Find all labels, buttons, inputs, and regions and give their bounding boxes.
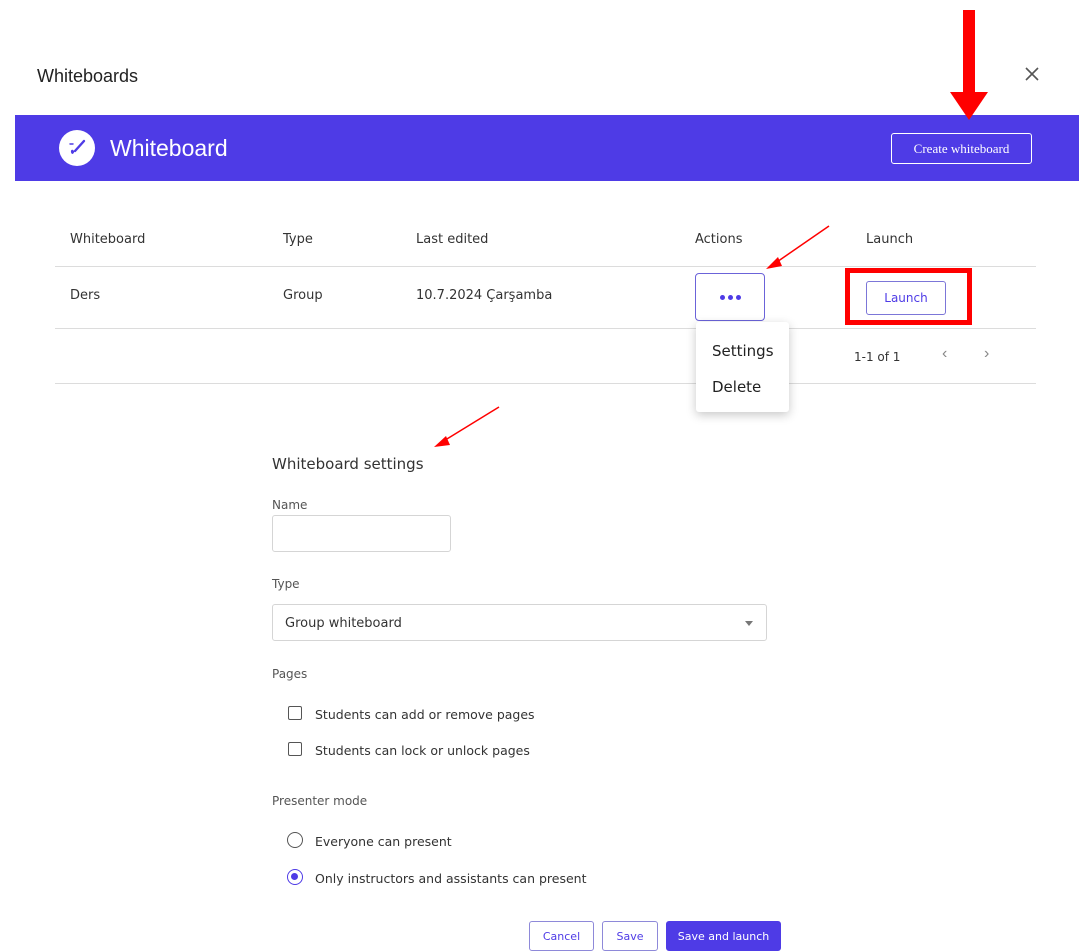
whiteboard-brush-icon: [59, 130, 95, 166]
lock-unlock-pages-checkbox[interactable]: [288, 742, 302, 756]
type-select-value: Group whiteboard: [285, 616, 402, 631]
name-label: Name: [272, 498, 308, 512]
instructors-present-radio[interactable]: [287, 869, 303, 885]
more-icon: [719, 294, 725, 300]
add-remove-pages-checkbox[interactable]: [288, 706, 302, 720]
next-page-chevron-icon[interactable]: ›: [984, 345, 989, 363]
banner-title: Whiteboard: [110, 135, 228, 161]
column-header-launch: Launch: [866, 232, 914, 247]
name-input[interactable]: [272, 515, 451, 552]
row-whiteboard-name: Ders: [70, 288, 101, 303]
more-icon-dot: [727, 294, 733, 300]
arrow-to-actions-icon: [766, 225, 830, 269]
save-and-launch-button[interactable]: Save and launch: [666, 921, 781, 951]
pagination-range: 1-1 of 1: [854, 350, 901, 364]
whiteboard-banner: Whiteboard Create whiteboard: [15, 115, 1079, 181]
launch-button[interactable]: Launch: [866, 281, 946, 315]
header-divider: [55, 266, 1036, 267]
instructors-present-label: Only instructors and assistants can pres…: [315, 871, 587, 886]
close-icon: [1025, 67, 1039, 81]
actions-menu: Settings Delete: [696, 322, 789, 412]
row-last-edited: 10.7.2024 Çarşamba: [416, 288, 553, 303]
dropdown-caret-icon: [745, 621, 753, 626]
cancel-button[interactable]: Cancel: [529, 921, 594, 951]
column-header-last-edited: Last edited: [416, 232, 489, 247]
column-header-whiteboard: Whiteboard: [70, 232, 146, 247]
everyone-present-radio[interactable]: [287, 832, 303, 848]
table-bottom-divider: [55, 383, 1036, 384]
previous-page-chevron-icon[interactable]: ‹: [942, 345, 947, 363]
type-select[interactable]: Group whiteboard: [272, 604, 767, 641]
everyone-present-label: Everyone can present: [315, 834, 452, 849]
column-header-actions: Actions: [695, 232, 743, 247]
menu-item-settings[interactable]: Settings: [712, 342, 774, 360]
presenter-mode-label: Presenter mode: [272, 794, 368, 808]
arrow-to-settings-icon: [434, 406, 500, 447]
lock-unlock-pages-label: Students can lock or unlock pages: [315, 743, 530, 758]
row-type: Group: [283, 288, 323, 303]
add-remove-pages-label: Students can add or remove pages: [315, 707, 535, 722]
row-divider: [55, 328, 1036, 329]
column-header-type: Type: [283, 232, 313, 247]
row-actions-button[interactable]: [695, 273, 765, 321]
menu-item-delete[interactable]: Delete: [712, 378, 761, 396]
type-label: Type: [272, 577, 300, 591]
more-icon-dot: [735, 294, 741, 300]
settings-title: Whiteboard settings: [272, 455, 424, 473]
pages-label: Pages: [272, 667, 308, 681]
dialog-title: Whiteboards: [37, 66, 139, 86]
close-button[interactable]: [1020, 62, 1046, 88]
save-button[interactable]: Save: [602, 921, 658, 951]
big-down-arrow-icon: [950, 10, 988, 120]
create-whiteboard-button[interactable]: Create whiteboard: [891, 133, 1032, 164]
